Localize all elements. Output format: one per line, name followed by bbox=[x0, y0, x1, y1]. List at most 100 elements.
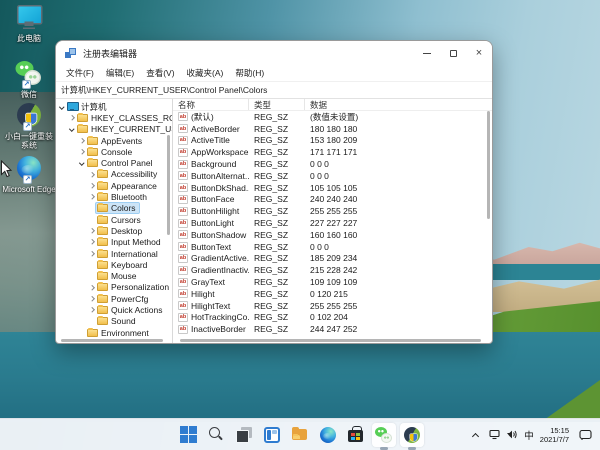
menu-item-帮助-h[interactable]: 帮助(H) bbox=[229, 67, 270, 79]
tree-item-appevents[interactable]: AppEvents bbox=[56, 135, 172, 146]
value-row-buttonshadow[interactable]: ButtonShadowREG_SZ160 160 160 bbox=[173, 229, 492, 241]
chevron-right-icon[interactable] bbox=[88, 173, 96, 177]
chevron-right-icon[interactable] bbox=[88, 286, 96, 290]
wechat-icon: ↗ bbox=[20, 58, 38, 88]
edge-button[interactable] bbox=[316, 423, 340, 447]
value-name-cell: ButtonAlternat... bbox=[173, 171, 249, 181]
tree-vertical-scrollbar[interactable] bbox=[167, 135, 170, 235]
ime-indicator[interactable]: 中 bbox=[524, 428, 534, 442]
chevron-down-icon[interactable] bbox=[58, 105, 66, 109]
value-row-buttonlight[interactable]: ButtonLightREG_SZ227 227 227 bbox=[173, 217, 492, 229]
tree-item-hkey-classes-root[interactable]: HKEY_CLASSES_ROOT bbox=[56, 112, 172, 123]
chevron-right-icon[interactable] bbox=[68, 116, 76, 120]
minimize-button[interactable] bbox=[414, 41, 440, 65]
tree-item-quick-actions[interactable]: Quick Actions bbox=[56, 304, 172, 315]
tray-overflow-button[interactable] bbox=[467, 425, 483, 445]
maximize-button[interactable] bbox=[440, 41, 466, 65]
menu-item-编辑-e[interactable]: 编辑(E) bbox=[100, 67, 140, 79]
tree-item-control-panel[interactable]: Control Panel bbox=[56, 157, 172, 168]
tree-item-sound[interactable]: Sound bbox=[56, 316, 172, 327]
value-row-hilight[interactable]: HilightREG_SZ0 120 215 bbox=[173, 288, 492, 300]
value-name: AppWorkspace bbox=[191, 147, 248, 157]
network-icon[interactable] bbox=[489, 429, 500, 440]
value-row-默认[interactable]: (默认)REG_SZ(数值未设置) bbox=[173, 111, 492, 123]
window-titlebar[interactable]: 注册表编辑器 × bbox=[56, 41, 492, 65]
value-row-activetitle[interactable]: ActiveTitleREG_SZ153 180 209 bbox=[173, 135, 492, 147]
value-row-appworkspace[interactable]: AppWorkspaceREG_SZ171 171 171 bbox=[173, 146, 492, 158]
window-title: 注册表编辑器 bbox=[83, 47, 414, 60]
taskbar-clock[interactable]: 15:15 2021/7/7 bbox=[540, 426, 569, 444]
tree-item-label: Colors bbox=[111, 203, 136, 213]
address-bar[interactable]: 计算机\HKEY_CURRENT_USER\Control Panel\Colo… bbox=[56, 82, 492, 99]
value-row-background[interactable]: BackgroundREG_SZ0 0 0 bbox=[173, 158, 492, 170]
chevron-right-icon[interactable] bbox=[78, 139, 86, 143]
chevron-right-icon[interactable] bbox=[88, 184, 96, 188]
store-button[interactable] bbox=[344, 423, 368, 447]
tree-item-keyboard[interactable]: Keyboard bbox=[56, 259, 172, 270]
tree-item-计算机[interactable]: 计算机 bbox=[56, 101, 172, 112]
tree-item-appearance[interactable]: Appearance bbox=[56, 180, 172, 191]
value-row-buttonhilight[interactable]: ButtonHilightREG_SZ255 255 255 bbox=[173, 205, 492, 217]
start-button[interactable] bbox=[176, 423, 200, 447]
tree-item-console[interactable]: Console bbox=[56, 146, 172, 157]
tree-item-environment[interactable]: Environment bbox=[56, 327, 172, 338]
chevron-down-icon[interactable] bbox=[68, 127, 76, 131]
search-button[interactable] bbox=[204, 423, 228, 447]
close-button[interactable]: × bbox=[466, 41, 492, 65]
desktop-icon-wechat[interactable]: ↗ 微信 bbox=[2, 58, 56, 99]
value-row-activeborder[interactable]: ActiveBorderREG_SZ180 180 180 bbox=[173, 123, 492, 135]
widgets-button[interactable] bbox=[260, 423, 284, 447]
tree-item-mouse[interactable]: Mouse bbox=[56, 270, 172, 281]
menu-item-查看-v[interactable]: 查看(V) bbox=[140, 67, 180, 79]
tree-item-input-method[interactable]: Input Method bbox=[56, 237, 172, 248]
tree-item-international[interactable]: International bbox=[56, 248, 172, 259]
column-header-数据[interactable]: 数据 bbox=[305, 99, 492, 110]
value-name-cell: ButtonHilight bbox=[173, 206, 249, 216]
task-view-button[interactable] bbox=[232, 423, 256, 447]
tree-item-desktop[interactable]: Desktop bbox=[56, 225, 172, 236]
value-row-inactiveborder[interactable]: InactiveBorderREG_SZ244 247 252 bbox=[173, 323, 492, 335]
volume-icon[interactable] bbox=[506, 429, 518, 440]
value-row-buttonface[interactable]: ButtonFaceREG_SZ240 240 240 bbox=[173, 194, 492, 206]
chevron-right-icon[interactable] bbox=[88, 308, 96, 312]
tree-horizontal-scrollbar[interactable] bbox=[61, 339, 163, 342]
value-row-gradientactive[interactable]: GradientActive...REG_SZ185 209 234 bbox=[173, 253, 492, 265]
list-horizontal-scrollbar[interactable] bbox=[180, 339, 481, 342]
value-row-buttonalternat[interactable]: ButtonAlternat...REG_SZ0 0 0 bbox=[173, 170, 492, 182]
value-row-buttondkshad[interactable]: ButtonDkShad...REG_SZ105 105 105 bbox=[173, 182, 492, 194]
value-row-gradientinactiv[interactable]: GradientInactiv...REG_SZ215 228 242 bbox=[173, 264, 492, 276]
value-name: InactiveBorder bbox=[191, 324, 246, 334]
chevron-right-icon[interactable] bbox=[88, 297, 96, 301]
value-name-cell: InactiveBorder bbox=[173, 324, 249, 334]
notification-center-icon[interactable] bbox=[579, 429, 592, 441]
desktop-icon-xiaobai[interactable]: ↗小白一键重装系统 bbox=[2, 100, 56, 150]
file-explorer-button[interactable] bbox=[288, 423, 312, 447]
chevron-right-icon[interactable] bbox=[88, 252, 96, 256]
chevron-down-icon[interactable] bbox=[78, 161, 86, 165]
tree-item-cursors[interactable]: Cursors bbox=[56, 214, 172, 225]
chevron-right-icon[interactable] bbox=[78, 150, 86, 154]
tree-item-personalization[interactable]: Personalization bbox=[56, 282, 172, 293]
tree-item-colors[interactable]: Colors bbox=[56, 203, 172, 214]
xiaobai-button[interactable] bbox=[400, 423, 424, 447]
list-vertical-scrollbar[interactable] bbox=[487, 111, 490, 219]
value-row-hilighttext[interactable]: HilightTextREG_SZ255 255 255 bbox=[173, 300, 492, 312]
menu-item-文件-f[interactable]: 文件(F) bbox=[60, 67, 100, 79]
menu-item-收藏夹-a[interactable]: 收藏夹(A) bbox=[181, 67, 230, 79]
chevron-right-icon[interactable] bbox=[88, 240, 96, 244]
wechat-button[interactable] bbox=[372, 423, 396, 447]
chevron-right-icon[interactable] bbox=[88, 195, 96, 199]
desktop-icon-pc[interactable]: 此电脑 bbox=[2, 2, 56, 43]
tree-item-bluetooth[interactable]: Bluetooth bbox=[56, 191, 172, 202]
tree-item-hkey-current-user[interactable]: HKEY_CURRENT_USER bbox=[56, 124, 172, 135]
tree-item-accessibility[interactable]: Accessibility bbox=[56, 169, 172, 180]
tree-item-powercfg[interactable]: PowerCfg bbox=[56, 293, 172, 304]
column-header-类型[interactable]: 类型 bbox=[249, 99, 305, 110]
chevron-right-icon[interactable] bbox=[88, 229, 96, 233]
value-row-hottrackingco[interactable]: HotTrackingCo...REG_SZ0 102 204 bbox=[173, 312, 492, 324]
value-row-graytext[interactable]: GrayTextREG_SZ109 109 109 bbox=[173, 276, 492, 288]
value-data: 215 228 242 bbox=[305, 265, 492, 275]
column-header-名称[interactable]: 名称 bbox=[173, 99, 249, 110]
desktop-icon-label: 微信 bbox=[21, 90, 37, 99]
value-row-buttontext[interactable]: ButtonTextREG_SZ0 0 0 bbox=[173, 241, 492, 253]
